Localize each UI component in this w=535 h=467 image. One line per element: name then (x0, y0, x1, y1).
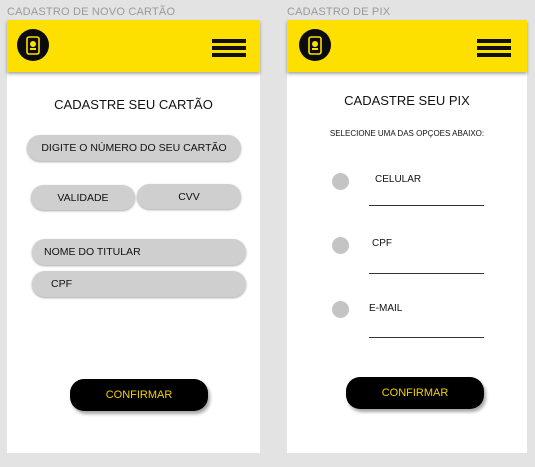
frame-label-pix: CADASTRO DE PIX (287, 6, 391, 18)
validity-field[interactable]: VALIDADE (31, 185, 135, 210)
confirm-button[interactable]: CONFIRMAR (70, 379, 208, 411)
option-label: E-MAIL (369, 303, 403, 314)
app-header (7, 20, 260, 72)
hamburger-menu-icon[interactable] (477, 39, 511, 57)
cvv-field[interactable]: CVV (137, 184, 241, 209)
radio-button[interactable] (332, 173, 349, 190)
input-underline[interactable] (369, 205, 484, 206)
radio-button[interactable] (332, 237, 349, 254)
page-title: CADASTRE SEU CARTÃO (54, 97, 213, 112)
input-underline[interactable] (369, 273, 484, 274)
input-underline[interactable] (369, 337, 484, 338)
option-label: CPF (372, 238, 392, 249)
app-header (287, 20, 527, 72)
frame-label-card: CADASTRO DE NOVO CARTÃO (7, 6, 176, 18)
pix-registration-screen: CADASTRE SEU PIX SELECIONE UMA DAS OPÇOE… (287, 20, 527, 453)
holder-name-field[interactable]: NOME DO TITULAR (32, 239, 246, 265)
page-title: CADASTRE SEU PIX (344, 93, 470, 108)
option-label: CELULAR (375, 174, 422, 185)
instructions-text: SELECIONE UMA DAS OPÇOES ABAIXO: (329, 129, 485, 138)
card-number-field[interactable]: DIGITE O NÚMERO DO SEU CARTÃO (27, 135, 241, 161)
confirm-button[interactable]: CONFIRMAR (346, 377, 484, 409)
hamburger-menu-icon[interactable] (212, 39, 246, 57)
card-registration-screen: CADASTRE SEU CARTÃO DIGITE O NÚMERO DO S… (7, 20, 260, 453)
cpf-field[interactable]: CPF (32, 271, 246, 297)
app-logo-icon[interactable] (17, 29, 49, 61)
app-logo-icon[interactable] (299, 29, 331, 61)
radio-button[interactable] (332, 301, 349, 318)
